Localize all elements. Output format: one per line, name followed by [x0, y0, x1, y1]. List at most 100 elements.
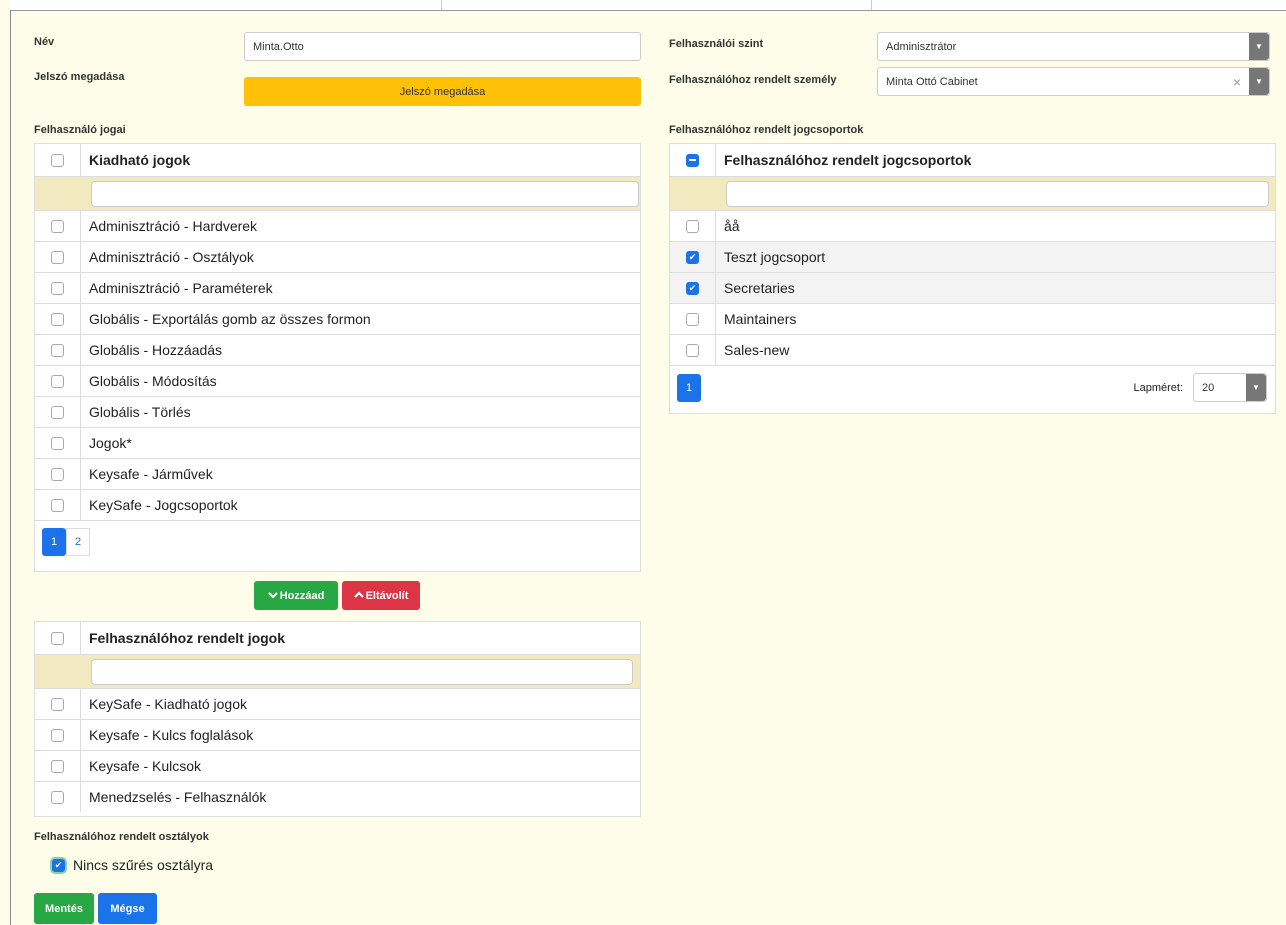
user-level-label: Felhasználói szint	[669, 38, 764, 50]
row-checkbox[interactable]	[51, 374, 64, 388]
table-row[interactable]: Adminisztráció - Osztályok	[35, 241, 640, 272]
page-size-label: Lapméret:	[1133, 381, 1183, 394]
row-label: Keysafe - Kulcs foglalások	[89, 727, 254, 743]
check-icon[interactable]: ✔	[52, 858, 65, 872]
person-value: Minta Ottó Cabinet	[886, 75, 978, 88]
row-checkbox[interactable]: ✔	[686, 281, 699, 295]
page-button[interactable]: 2	[66, 528, 90, 556]
add-button[interactable]: Hozzáad	[254, 581, 338, 610]
remove-button[interactable]: Eltávolít	[342, 581, 420, 610]
row-checkbox[interactable]	[51, 219, 64, 233]
page-size-select[interactable]: 20 ▼	[1193, 373, 1267, 402]
cancel-button[interactable]: Mégse	[98, 893, 157, 924]
save-button[interactable]: Mentés	[34, 893, 94, 924]
row-checkbox[interactable]	[51, 759, 64, 773]
person-label: Felhasználóhoz rendelt személy	[669, 74, 837, 86]
table-row[interactable]: Globális - Exportálás gomb az összes for…	[35, 303, 640, 334]
page-button[interactable]: 1	[42, 528, 66, 556]
assigned-rights-table: Felhasználóhoz rendelt jogok KeySafe - K…	[34, 621, 641, 817]
groups-table: Felhasználóhoz rendelt jogcsoportok åå ✔ T…	[669, 143, 1276, 414]
row-label: KeySafe - Jogcsoportok	[89, 497, 238, 513]
row-checkbox[interactable]	[51, 436, 64, 450]
table-row[interactable]: Jogok*	[35, 427, 640, 458]
page-button[interactable]: 1	[677, 373, 701, 402]
table-row[interactable]: KeySafe - Jogcsoportok	[35, 489, 640, 520]
no-filter-option[interactable]: ✔ Nincs szűrés osztályra	[52, 857, 213, 873]
row-label: Jogok*	[89, 435, 132, 451]
table-header: Felhasználóhoz rendelt jogok	[35, 622, 640, 654]
person-select[interactable]: Minta Ottó Cabinet × ▼	[877, 67, 1270, 96]
pagination: 1 Lapméret: 20 ▼	[670, 365, 1275, 409]
row-label: Keysafe - Kulcsok	[89, 758, 202, 774]
caret-down-icon[interactable]: ▼	[1246, 374, 1266, 401]
row-checkbox[interactable]	[51, 405, 64, 419]
row-checkbox[interactable]	[51, 790, 64, 804]
no-filter-label: Nincs szűrés osztályra	[73, 857, 214, 873]
name-input[interactable]: Minta.Otto	[244, 32, 641, 61]
row-checkbox[interactable]	[51, 312, 64, 326]
row-label: Sales-new	[724, 342, 790, 358]
row-label: Maintainers	[724, 311, 797, 327]
row-checkbox[interactable]	[51, 343, 64, 357]
row-label: Adminisztráció - Paraméterek	[89, 280, 273, 296]
filter-row	[35, 654, 640, 688]
table-row[interactable]: Keysafe - Kulcs foglalások	[35, 719, 640, 750]
caret-down-icon[interactable]: ▼	[1249, 68, 1269, 95]
row-checkbox[interactable]	[51, 697, 64, 711]
clear-icon[interactable]: ×	[1233, 68, 1241, 95]
row-label: Globális - Törlés	[89, 404, 191, 420]
filter-input[interactable]	[91, 180, 639, 207]
pagination: 1 2	[35, 520, 640, 563]
table-row[interactable]: Menedzselés - Felhasználók	[35, 781, 640, 812]
row-label: åå	[724, 218, 740, 234]
row-checkbox[interactable]	[51, 281, 64, 295]
departments-label: Felhasználóhoz rendelt osztályok	[34, 831, 209, 843]
table-row[interactable]: Keysafe - Kulcsok	[35, 750, 640, 781]
table-row[interactable]: Maintainers	[670, 303, 1275, 334]
table-row[interactable]: Adminisztráció - Paraméterek	[35, 272, 640, 303]
table-header: Kiadható jogok	[35, 144, 640, 176]
row-checkbox[interactable]	[51, 467, 64, 481]
select-all-checkbox[interactable]	[51, 631, 64, 645]
table-row[interactable]: Adminisztráció - Hardverek	[35, 210, 640, 241]
row-label: Keysafe - Járművek	[89, 466, 213, 482]
table-row[interactable]: Globális - Módosítás	[35, 365, 640, 396]
chevron-down-icon	[267, 590, 278, 602]
table-row[interactable]: Globális - Hozzáadás	[35, 334, 640, 365]
filter-input[interactable]	[91, 658, 633, 685]
set-password-button[interactable]: Jelszó megadása	[244, 77, 641, 106]
column-header: Felhasználóhoz rendelt jogok	[89, 630, 286, 646]
row-checkbox[interactable]	[686, 343, 699, 357]
select-all-checkbox[interactable]	[51, 153, 64, 167]
row-checkbox[interactable]	[51, 250, 64, 264]
row-checkbox[interactable]	[51, 728, 64, 742]
table-row[interactable]: Keysafe - Járművek	[35, 458, 640, 489]
minus-checkbox-icon[interactable]	[686, 153, 699, 167]
filter-row	[670, 176, 1275, 210]
table-row[interactable]: Globális - Törlés	[35, 396, 640, 427]
table-header: Felhasználóhoz rendelt jogcsoportok	[670, 144, 1275, 176]
row-label: Globális - Módosítás	[89, 373, 217, 389]
row-label: KeySafe - Kiadható jogok	[89, 696, 247, 712]
row-checkbox[interactable]: ✔	[686, 250, 699, 264]
row-label: Secretaries	[724, 280, 795, 296]
user-level-select[interactable]: Adminisztrátor ▼	[877, 32, 1270, 61]
caret-down-icon[interactable]: ▼	[1249, 33, 1269, 60]
row-label: Adminisztráció - Osztályok	[89, 249, 254, 265]
table-row[interactable]: ✔ Teszt jogcsoport	[670, 241, 1275, 272]
row-checkbox[interactable]	[686, 219, 699, 233]
column-header: Kiadható jogok	[89, 152, 191, 168]
name-label: Név	[34, 36, 55, 48]
filter-input[interactable]	[726, 180, 1269, 207]
row-checkbox[interactable]	[686, 312, 699, 326]
table-row[interactable]: KeySafe - Kiadható jogok	[35, 688, 640, 719]
table-row[interactable]: Sales-new	[670, 334, 1275, 365]
remove-label: Eltávolít	[365, 589, 409, 602]
row-label: Adminisztráció - Hardverek	[89, 218, 258, 234]
row-checkbox[interactable]	[51, 498, 64, 512]
row-label: Teszt jogcsoport	[724, 249, 826, 265]
password-label: Jelszó megadása	[34, 71, 125, 83]
filter-row	[35, 176, 640, 210]
table-row[interactable]: ✔ Secretaries	[670, 272, 1275, 303]
table-row[interactable]: åå	[670, 210, 1275, 241]
